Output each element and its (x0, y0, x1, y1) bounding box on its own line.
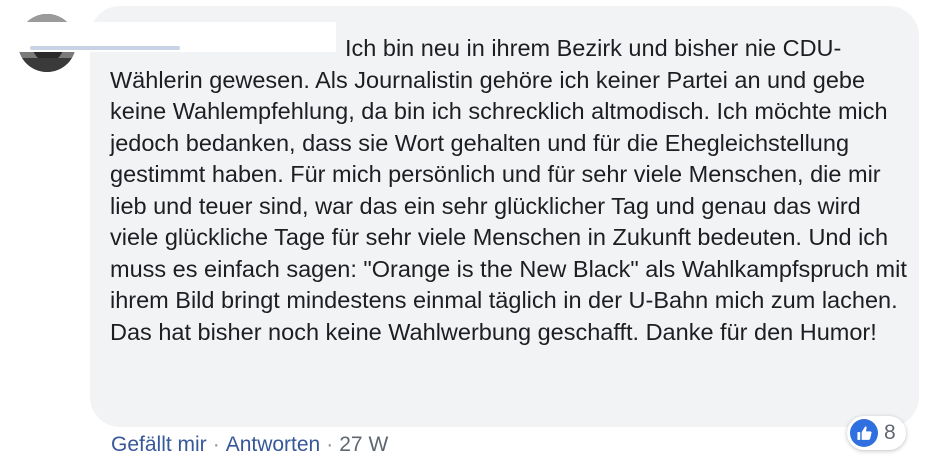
like-link[interactable]: Gefällt mir (111, 433, 207, 457)
separator: · (326, 433, 334, 456)
comment-actions: Gefällt mir · Antworten · 27 W (111, 433, 388, 457)
author-name-remnant (30, 46, 180, 50)
reaction-count: 8 (884, 421, 896, 444)
reply-link[interactable]: Antworten (226, 433, 321, 457)
separator: · (212, 433, 220, 456)
comment-bubble: Ich bin neu in ihrem Bezirk und bisher n… (90, 6, 919, 427)
reaction-summary[interactable]: 8 (847, 416, 906, 450)
author-name-redacted (6, 22, 336, 52)
like-icon (850, 419, 878, 447)
comment-text: Ich bin neu in ihrem Bezirk und bisher n… (110, 35, 907, 345)
comment-page: Ich bin neu in ihrem Bezirk und bisher n… (0, 0, 938, 472)
timestamp[interactable]: 27 W (339, 433, 388, 457)
